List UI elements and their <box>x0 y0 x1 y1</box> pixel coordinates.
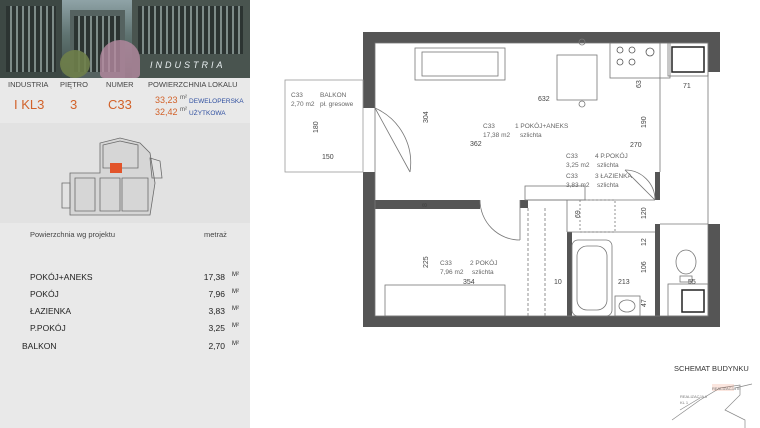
dim-190: 190 <box>641 116 648 128</box>
dim-270: 270 <box>630 142 642 149</box>
schema-label-1: REALIZACJA III <box>712 386 740 391</box>
schema-label-3: KL 1 <box>680 400 689 405</box>
dim-120: 120 <box>641 207 648 219</box>
pokoj-name: 2 POKÓJ <box>470 258 497 267</box>
dim-180: 180 <box>313 121 320 133</box>
floor-plan: C33 BALKON 2,70 m2 pł. gresowe C33 1 POK… <box>284 32 753 428</box>
pokoj-aneks-floor: szlichta <box>520 132 542 139</box>
lazienka-name: 3 ŁAZIENKA <box>595 173 633 180</box>
pokoj-aneks-code: C33 <box>483 123 495 130</box>
balkon-area: 2,70 m2 <box>291 101 315 108</box>
dim-225: 225 <box>423 256 430 268</box>
dim-47: 47 <box>641 299 648 307</box>
pokoj-code: C33 <box>440 260 452 267</box>
dim-55: 55 <box>688 279 696 286</box>
dim-354: 354 <box>463 279 475 286</box>
dim-10: 10 <box>554 279 562 286</box>
pokoj-aneks-name: 1 POKÓJ+ANEKS <box>515 121 569 130</box>
dim-69: 69 <box>575 210 582 218</box>
dim-304: 304 <box>423 111 430 123</box>
lazienka-area: 3,83 m2 <box>566 182 590 189</box>
dim-63: 63 <box>636 80 643 88</box>
dim-71: 71 <box>683 83 691 90</box>
p-pokoj-area: 3,25 m2 <box>566 162 590 169</box>
p-pokoj-name: 4 P.POKÓJ <box>595 151 628 160</box>
dim-12: 12 <box>641 238 648 246</box>
dim-213: 213 <box>618 279 630 286</box>
pokoj-area: 7,96 m2 <box>440 269 464 276</box>
schema-label-2: REALIZACJA II <box>680 394 707 399</box>
pokoj-aneks-area: 17,38 m2 <box>483 132 510 139</box>
balkon-code: C33 <box>291 92 303 99</box>
lazienka-floor: szlichta <box>597 182 619 189</box>
dim-106: 106 <box>641 261 648 273</box>
pokoj-floor: szlichta <box>472 269 494 276</box>
p-pokoj-code: C33 <box>566 153 578 160</box>
dim-362: 362 <box>470 141 482 148</box>
p-pokoj-floor: szlichta <box>597 162 619 169</box>
lazienka-code: C33 <box>566 173 578 180</box>
dim-8: 8 <box>422 203 429 207</box>
balkon-floor: pł. gresowe <box>320 101 354 108</box>
schemat-title: SCHEMAT BUDYNKU <box>674 364 749 373</box>
dim-150: 150 <box>322 154 334 161</box>
balkon-name: BALKON <box>320 92 347 99</box>
dim-632: 632 <box>538 96 550 103</box>
